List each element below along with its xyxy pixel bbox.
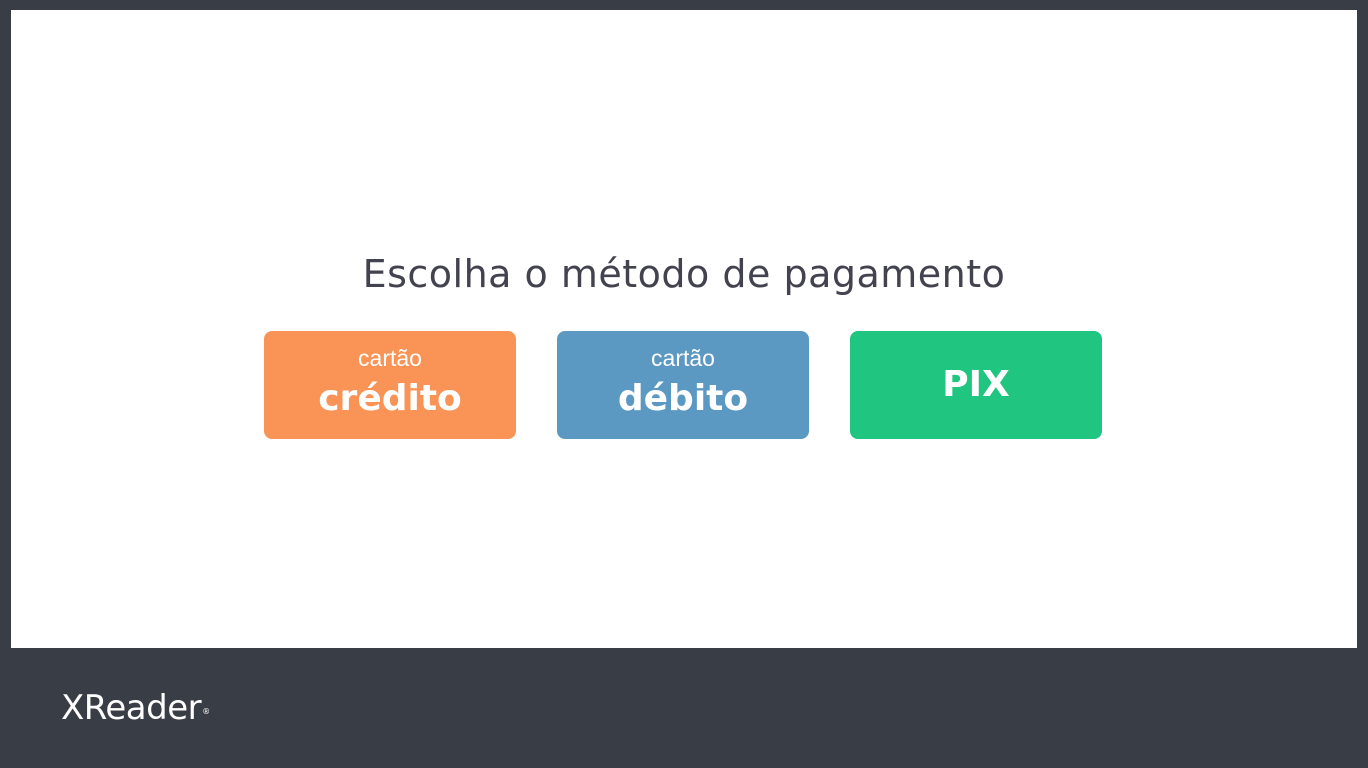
- page-title: Escolha o método de pagamento: [362, 252, 1006, 296]
- xreader-logo: XReader®: [61, 688, 210, 728]
- debit-card-button[interactable]: cartão débito: [557, 331, 809, 439]
- logo-text: XReader: [61, 688, 202, 728]
- footer-bar: XReader®: [0, 648, 1368, 768]
- pix-label: PIX: [942, 364, 1010, 405]
- pix-button[interactable]: PIX: [850, 331, 1102, 439]
- credit-card-sub-label: cartão: [358, 345, 422, 371]
- credit-card-button[interactable]: cartão crédito: [264, 331, 516, 439]
- registered-mark: ®: [202, 707, 210, 716]
- debit-card-label: débito: [617, 378, 749, 419]
- content-panel: Escolha o método de pagamento cartão cré…: [11, 10, 1357, 648]
- debit-card-sub-label: cartão: [651, 345, 715, 371]
- credit-card-label: crédito: [318, 378, 462, 419]
- payment-options: cartão crédito cartão débito PIX: [264, 331, 1103, 439]
- app-frame: Escolha o método de pagamento cartão cré…: [0, 0, 1368, 768]
